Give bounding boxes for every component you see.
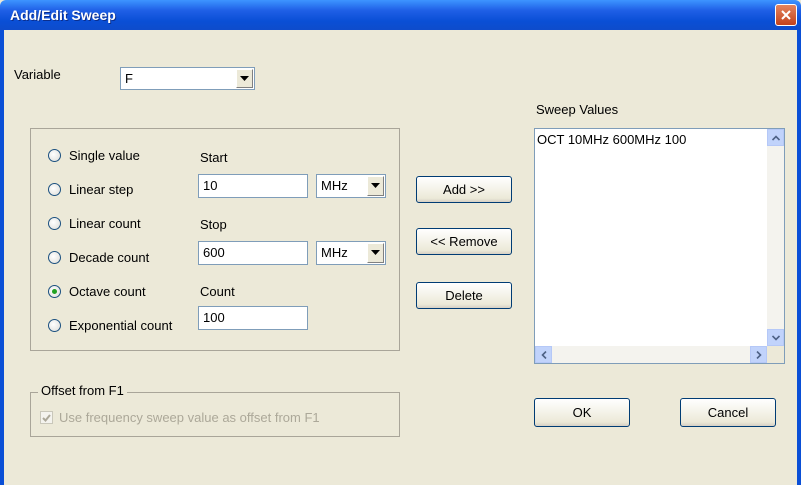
radio-label: Linear count bbox=[69, 216, 141, 231]
scroll-up-button[interactable] bbox=[767, 129, 784, 146]
radio-button[interactable] bbox=[48, 183, 61, 196]
close-icon bbox=[781, 10, 791, 20]
window-frame-right bbox=[797, 30, 801, 485]
chevron-right-icon bbox=[755, 350, 762, 359]
radio-button[interactable] bbox=[48, 319, 61, 332]
offset-checkbox[interactable] bbox=[40, 411, 53, 424]
checkmark-icon bbox=[42, 413, 51, 422]
stop-label: Stop bbox=[200, 217, 227, 232]
radio-label: Decade count bbox=[69, 250, 150, 265]
radio-label: Single value bbox=[69, 148, 140, 163]
radio-label: Linear step bbox=[69, 182, 134, 197]
variable-label: Variable bbox=[14, 67, 61, 82]
radio-linear-step[interactable]: Linear step bbox=[48, 182, 133, 197]
start-label: Start bbox=[200, 150, 228, 165]
variable-select-value: F bbox=[125, 71, 133, 86]
ok-button[interactable]: OK bbox=[534, 398, 630, 427]
offset-checkbox-label: Use frequency sweep value as offset from… bbox=[59, 410, 320, 425]
stop-input[interactable]: 600 bbox=[198, 241, 308, 265]
window-frame-left bbox=[0, 30, 4, 485]
stop-unit-value: MHz bbox=[321, 245, 348, 260]
radio-button-selected[interactable] bbox=[48, 285, 61, 298]
chevron-down-icon[interactable] bbox=[236, 69, 253, 88]
radio-octave-count[interactable]: Octave count bbox=[48, 284, 146, 299]
radio-label: Octave count bbox=[69, 284, 146, 299]
window-title: Add/Edit Sweep bbox=[10, 7, 116, 23]
chevron-left-icon bbox=[540, 350, 547, 359]
scroll-left-button[interactable] bbox=[535, 346, 552, 363]
chevron-down-icon bbox=[771, 334, 780, 341]
radio-button[interactable] bbox=[48, 251, 61, 264]
close-button[interactable] bbox=[775, 4, 797, 26]
scroll-corner bbox=[767, 346, 784, 363]
vertical-scrollbar[interactable] bbox=[767, 129, 784, 346]
radio-button[interactable] bbox=[48, 217, 61, 230]
radio-decade-count[interactable]: Decade count bbox=[48, 250, 149, 265]
scroll-down-button[interactable] bbox=[767, 329, 784, 346]
chevron-down-icon[interactable] bbox=[367, 243, 384, 263]
start-unit-value: MHz bbox=[321, 178, 348, 193]
offset-checkbox-row[interactable]: Use frequency sweep value as offset from… bbox=[40, 410, 320, 425]
chevron-up-icon bbox=[771, 134, 780, 141]
radio-exponential-count[interactable]: Exponential count bbox=[48, 318, 172, 333]
radio-linear-count[interactable]: Linear count bbox=[48, 216, 141, 231]
list-item[interactable]: OCT 10MHz 600MHz 100 bbox=[537, 132, 686, 147]
radio-single-value[interactable]: Single value bbox=[48, 148, 140, 163]
radio-button[interactable] bbox=[48, 149, 61, 162]
delete-button[interactable]: Delete bbox=[416, 282, 512, 309]
scroll-right-button[interactable] bbox=[750, 346, 767, 363]
count-input[interactable]: 100 bbox=[198, 306, 308, 330]
variable-select[interactable]: F bbox=[120, 67, 255, 90]
count-label: Count bbox=[200, 284, 235, 299]
chevron-down-icon[interactable] bbox=[367, 176, 384, 196]
add-button[interactable]: Add >> bbox=[416, 176, 512, 203]
remove-button[interactable]: << Remove bbox=[416, 228, 512, 255]
start-unit-select[interactable]: MHz bbox=[316, 174, 386, 198]
offset-group-label: Offset from F1 bbox=[38, 383, 127, 398]
sweep-values-list[interactable]: OCT 10MHz 600MHz 100 bbox=[534, 128, 785, 364]
sweep-values-label: Sweep Values bbox=[536, 102, 619, 117]
start-input[interactable]: 10 bbox=[198, 174, 308, 198]
cancel-button[interactable]: Cancel bbox=[680, 398, 776, 427]
horizontal-scrollbar[interactable] bbox=[535, 346, 767, 363]
title-bar[interactable] bbox=[0, 0, 801, 30]
radio-label: Exponential count bbox=[69, 318, 173, 333]
stop-unit-select[interactable]: MHz bbox=[316, 241, 386, 265]
